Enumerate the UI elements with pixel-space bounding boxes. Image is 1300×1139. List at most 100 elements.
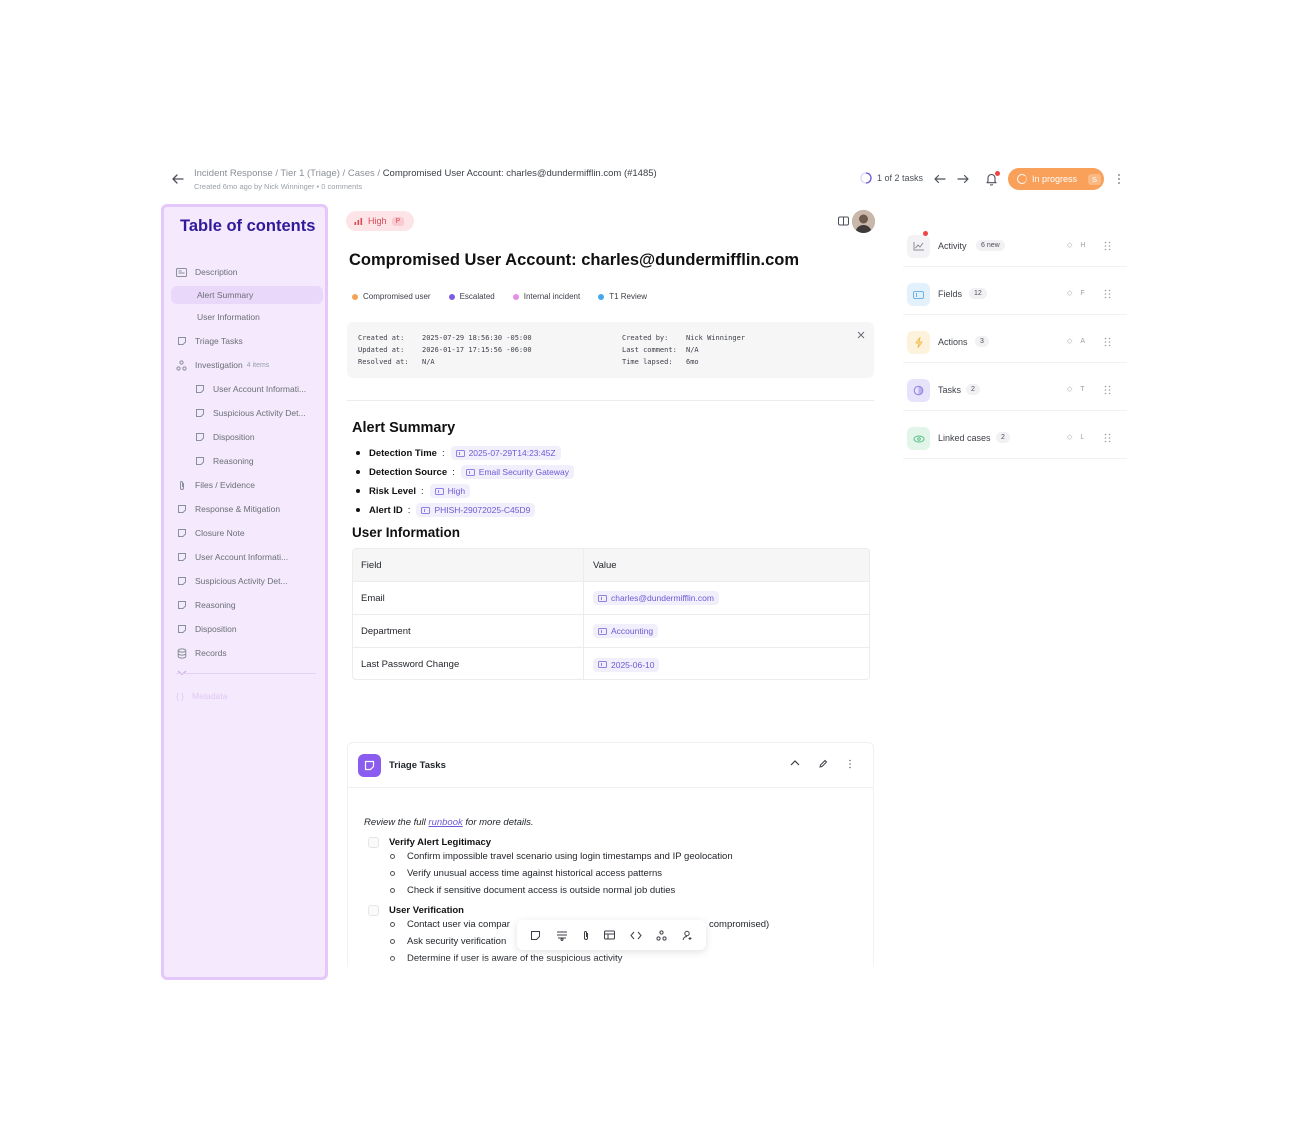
- note-icon[interactable]: [530, 930, 541, 941]
- toc-item-user-information[interactable]: User Information: [197, 308, 260, 326]
- tag-compromised-user[interactable]: Compromised user: [352, 292, 431, 301]
- toc-item-response-mitigation[interactable]: Response & Mitigation: [176, 500, 280, 518]
- toc-item-alert-summary[interactable]: Alert Summary: [171, 286, 323, 304]
- notifications-button[interactable]: [985, 171, 1000, 186]
- task-progress[interactable]: 1 of 2 tasks: [860, 172, 923, 184]
- drag-handle-icon[interactable]: [1104, 385, 1111, 395]
- panel-row-tasks[interactable]: Tasks 2 ◇ T: [903, 371, 1127, 411]
- prev-task-button[interactable]: [933, 173, 947, 185]
- note-icon: [176, 336, 187, 347]
- tag-dot: [512, 293, 519, 300]
- toc-item-investigation[interactable]: Investigation 4 items: [176, 356, 269, 374]
- panel-row-actions[interactable]: Actions 3 ◇ A: [903, 323, 1127, 363]
- toc-item-suspicious-activity[interactable]: Suspicious Activity Det...: [194, 404, 306, 422]
- section-divider: [347, 400, 874, 401]
- toc-item-disposition[interactable]: Disposition: [194, 428, 255, 446]
- priority-button[interactable]: High P: [346, 211, 414, 231]
- arrow-right-icon: [957, 174, 969, 184]
- toc-item-count: 4 items: [246, 361, 270, 369]
- alert-id: Alert ID: PHISH-29072025-C45D9: [356, 503, 536, 517]
- drag-handle-icon[interactable]: [1104, 433, 1111, 443]
- fields-icon: [907, 283, 930, 306]
- field-icon: [598, 661, 607, 668]
- value-chip[interactable]: Accounting: [593, 624, 659, 638]
- bullet: [356, 451, 360, 455]
- workflow-icon[interactable]: [656, 929, 667, 941]
- value-chip[interactable]: 2025-07-29T14:23:45Z: [450, 446, 561, 460]
- toc-item-records[interactable]: Records: [176, 644, 227, 662]
- toc-item-user-account-info-2[interactable]: User Account Informati...: [176, 548, 288, 566]
- tag-escalated[interactable]: Escalated: [448, 292, 495, 301]
- more-vertical-icon: [1118, 174, 1120, 184]
- runbook-link[interactable]: runbook: [428, 817, 462, 828]
- collapse-section-button[interactable]: [790, 759, 800, 767]
- task-group-user-verification[interactable]: User Verification: [368, 905, 464, 916]
- panel-row-linked-cases[interactable]: Linked cases 2 ◇ L: [903, 419, 1127, 459]
- note-icon: [358, 754, 381, 777]
- user-information-table: Field Value Email charles@dundermifflin.…: [352, 548, 870, 680]
- workflow-icon: [176, 359, 187, 371]
- toc-item-description[interactable]: Description: [176, 263, 238, 281]
- drag-handle-icon[interactable]: [1104, 241, 1111, 251]
- card-divider: [348, 787, 873, 788]
- task-checkbox[interactable]: [368, 905, 379, 916]
- user-plus-icon[interactable]: [682, 930, 693, 941]
- value-chip[interactable]: 2025-06-10: [593, 657, 660, 672]
- field-icon: [421, 506, 431, 514]
- tag-t1-review[interactable]: T1 Review: [598, 292, 647, 301]
- list-item: Confirm impossible travel scenario using…: [390, 851, 733, 862]
- drag-handle-icon[interactable]: [1104, 289, 1111, 299]
- toc-item-reasoning[interactable]: Reasoning: [194, 452, 254, 470]
- collapse-panel-button[interactable]: [838, 216, 849, 226]
- breadcrumb-path[interactable]: Incident Response / Tier 1 (Triage) / Ca…: [194, 168, 383, 179]
- value-chip[interactable]: Email Security Gateway: [460, 465, 575, 479]
- alert-detection-time: Detection Time:2025-07-29T14:23:45Z: [356, 446, 561, 460]
- case-metadata-box: Created at: 2025-07-29 18:56:30 -05:00 Up…: [347, 322, 874, 378]
- toc-item-suspicious-activity-2[interactable]: Suspicious Activity Det...: [176, 572, 288, 590]
- note-icon: [176, 528, 187, 539]
- records-icon[interactable]: [556, 930, 568, 941]
- value-chip[interactable]: charles@dundermifflin.com: [593, 591, 719, 605]
- toc-item-reasoning-2[interactable]: Reasoning: [176, 596, 236, 614]
- signal-bars-icon: [354, 218, 363, 225]
- value-chip[interactable]: High: [429, 484, 471, 498]
- paperclip-icon[interactable]: [582, 930, 590, 941]
- note-icon: [194, 408, 205, 419]
- task-group-verify-alert[interactable]: Verify Alert Legitimacy: [368, 837, 491, 848]
- more-menu-button[interactable]: [1116, 173, 1122, 185]
- toc-item-closure-note[interactable]: Closure Note: [176, 524, 245, 542]
- toc-item-metadata[interactable]: { } Metadata: [176, 691, 228, 701]
- toc-item-disposition-2[interactable]: Disposition: [176, 620, 237, 638]
- status-button[interactable]: In progress S: [1008, 168, 1104, 190]
- field-icon: [465, 468, 475, 476]
- back-button[interactable]: [170, 171, 186, 187]
- toc-divider: [176, 673, 316, 674]
- panel-row-fields[interactable]: Fields 12 ◇ F: [903, 275, 1127, 315]
- tag-internal-incident[interactable]: Internal incident: [512, 292, 580, 301]
- priority-shortcut: P: [391, 216, 405, 226]
- next-task-button[interactable]: [956, 173, 970, 185]
- note-icon: [194, 384, 205, 395]
- avatar[interactable]: [852, 210, 875, 233]
- toc-item-user-account-info[interactable]: User Account Informati...: [194, 380, 306, 398]
- meta-created-by: Created by: Nick Winninger: [622, 334, 746, 342]
- note-icon: [176, 552, 187, 563]
- note-icon: [194, 456, 205, 467]
- drag-handle-icon[interactable]: [1104, 337, 1111, 347]
- section-more-button[interactable]: [848, 759, 852, 769]
- breadcrumb: Incident Response / Tier 1 (Triage) / Ca…: [194, 168, 657, 179]
- value-chip[interactable]: PHISH-29072025-C45D9: [416, 503, 536, 517]
- code-icon[interactable]: [630, 931, 642, 940]
- task-checkbox[interactable]: [368, 837, 379, 848]
- case-title: Compromised User Account: charles@dunder…: [349, 251, 800, 269]
- table-icon[interactable]: [604, 930, 616, 940]
- edit-section-button[interactable]: [818, 759, 828, 769]
- list-item: Verify unusual access time against histo…: [390, 868, 662, 879]
- close-metadata-button[interactable]: [857, 331, 865, 339]
- field-icon: [434, 487, 444, 495]
- toc-item-triage-tasks[interactable]: Triage Tasks: [176, 332, 243, 350]
- panel-row-activity[interactable]: Activity 6 new ◇ H: [903, 227, 1127, 267]
- braces-icon: { }: [176, 691, 185, 701]
- unread-dot: [923, 231, 928, 236]
- toc-item-files-evidence[interactable]: Files / Evidence: [176, 476, 255, 494]
